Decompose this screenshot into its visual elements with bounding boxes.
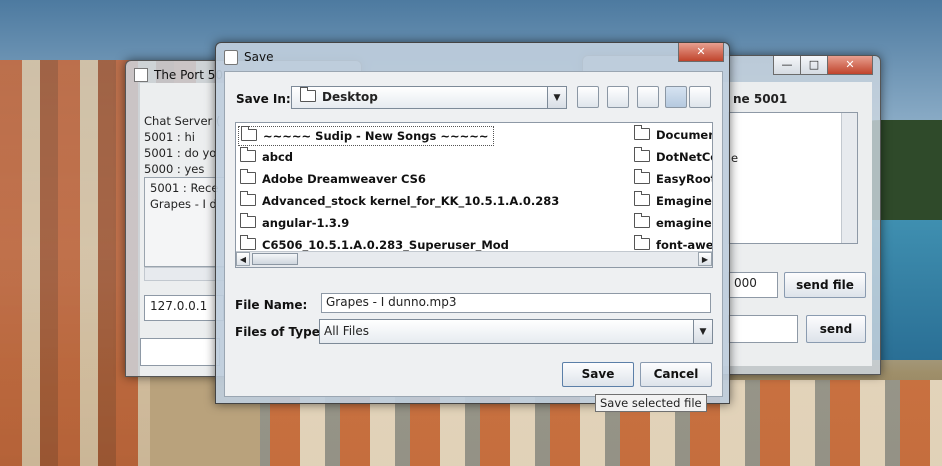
scrollbar-thumb[interactable] <box>252 253 298 265</box>
folder-icon <box>240 147 256 162</box>
folder-icon <box>240 235 256 250</box>
chat-line: 5001 : hi <box>144 130 195 144</box>
chat-input[interactable] <box>728 315 798 343</box>
list-item[interactable]: EasyRootT <box>632 169 712 189</box>
chat-line: 5001 : do yo <box>144 146 217 160</box>
files-of-type-combo[interactable]: All Files ▼ <box>319 319 713 344</box>
folder-icon <box>300 87 316 102</box>
port-field[interactable]: 000 <box>728 272 778 298</box>
chat-line: Chat Server ( <box>144 114 221 128</box>
folder-icon <box>634 169 650 184</box>
files-of-type-label: Files of Type: <box>235 325 325 339</box>
list-item[interactable]: Emagine <box>632 191 712 211</box>
file-name-label: File Name: <box>235 298 308 312</box>
send-button[interactable]: send <box>806 315 866 343</box>
folder-icon <box>240 213 256 228</box>
up-one-level-icon[interactable] <box>577 86 599 108</box>
file-label: angular-1.3.9 <box>262 216 350 230</box>
chat-line: 5000 : yes <box>144 162 205 176</box>
close-button[interactable]: ✕ <box>827 56 873 75</box>
save-in-value: Desktop <box>322 90 378 104</box>
list-item[interactable]: Adobe Dreamweaver CS6 <box>238 169 426 189</box>
file-label: C6506_10.5.1.A.0.283_Superuser_Mod <box>262 238 509 252</box>
new-folder-icon[interactable] <box>637 86 659 108</box>
details-view-icon[interactable] <box>689 86 711 108</box>
list-item[interactable]: ~~~~~ Sudip - New Songs ~~~~~ <box>238 126 494 146</box>
java-icon <box>224 50 238 65</box>
list-item[interactable]: angular-1.3.9 <box>238 213 349 233</box>
save-tooltip: Save selected file <box>595 394 707 412</box>
folder-icon <box>634 191 650 206</box>
close-button[interactable]: ✕ <box>678 43 724 62</box>
file-label: Adobe Dreamweaver CS6 <box>262 172 426 186</box>
file-label: emagine u <box>656 216 712 230</box>
file-name-input[interactable]: Grapes - I dunno.mp3 <box>321 293 711 313</box>
horizontal-scrollbar[interactable]: ◀ ▶ <box>236 251 712 267</box>
scroll-right-icon[interactable]: ▶ <box>698 252 712 266</box>
folder-icon <box>634 147 650 162</box>
file-label: Emagine <box>656 194 712 208</box>
chat-log: Chat Server ( 5001 : hi 5001 : do yo 500… <box>144 113 220 177</box>
list-item[interactable]: Document <box>632 125 712 145</box>
home-icon[interactable] <box>607 86 629 108</box>
save-in-combo[interactable]: Desktop ▼ <box>291 86 567 109</box>
cancel-button[interactable]: Cancel <box>640 362 712 387</box>
file-label: Advanced_stock kernel_for_KK_10.5.1.A.0.… <box>262 194 560 208</box>
save-button[interactable]: Save <box>562 362 634 387</box>
vertical-scrollbar[interactable] <box>841 113 857 243</box>
files-of-type-value: All Files <box>324 324 370 338</box>
host-field[interactable]: 127.0.0.1 <box>144 295 224 321</box>
send-file-button[interactable]: send file <box>784 272 866 298</box>
file-label: abcd <box>262 150 294 164</box>
folder-icon <box>634 125 650 140</box>
file-label: DotNetCon <box>656 150 712 164</box>
chat-text: e <box>731 151 739 165</box>
list-item[interactable]: emagine u <box>632 213 712 233</box>
java-icon <box>134 68 148 82</box>
chevron-down-icon[interactable]: ▼ <box>693 320 712 343</box>
folder-icon <box>240 169 256 184</box>
message-input[interactable] <box>140 338 220 366</box>
window-title: The Port 50 <box>154 68 224 82</box>
chevron-down-icon[interactable]: ▼ <box>547 87 566 108</box>
chat-area: e <box>728 112 858 244</box>
list-item[interactable]: Advanced_stock kernel_for_KK_10.5.1.A.0.… <box>238 191 559 211</box>
scroll-left-icon[interactable]: ◀ <box>236 252 250 266</box>
maximize-button[interactable]: □ <box>800 56 828 75</box>
list-item[interactable]: DotNetCon <box>632 147 712 167</box>
folder-icon <box>634 235 650 250</box>
list-view-icon[interactable] <box>665 86 687 108</box>
window-heading: ne 5001 <box>733 92 788 106</box>
dialog-body: Save In: Desktop ▼ ~~~~~ Sudip - New Son… <box>224 71 723 397</box>
save-dialog[interactable]: Save ✕ Save In: Desktop ▼ ~~~~~ Sudip - … <box>215 42 730 404</box>
file-label: Document <box>656 128 712 142</box>
dialog-title: Save <box>244 50 274 64</box>
list-item[interactable]: abcd <box>238 147 293 167</box>
minimize-button[interactable]: — <box>773 56 801 75</box>
file-list[interactable]: ~~~~~ Sudip - New Songs ~~~~~ abcd Adobe… <box>235 122 713 268</box>
file-label: ~~~~~ Sudip - New Songs ~~~~~ <box>263 129 489 143</box>
folder-icon <box>241 126 257 141</box>
folder-icon <box>240 191 256 206</box>
save-in-label: Save In: <box>236 92 291 106</box>
folder-icon <box>634 213 650 228</box>
file-label: font-awes <box>656 238 713 252</box>
file-label: EasyRootT <box>656 172 712 186</box>
